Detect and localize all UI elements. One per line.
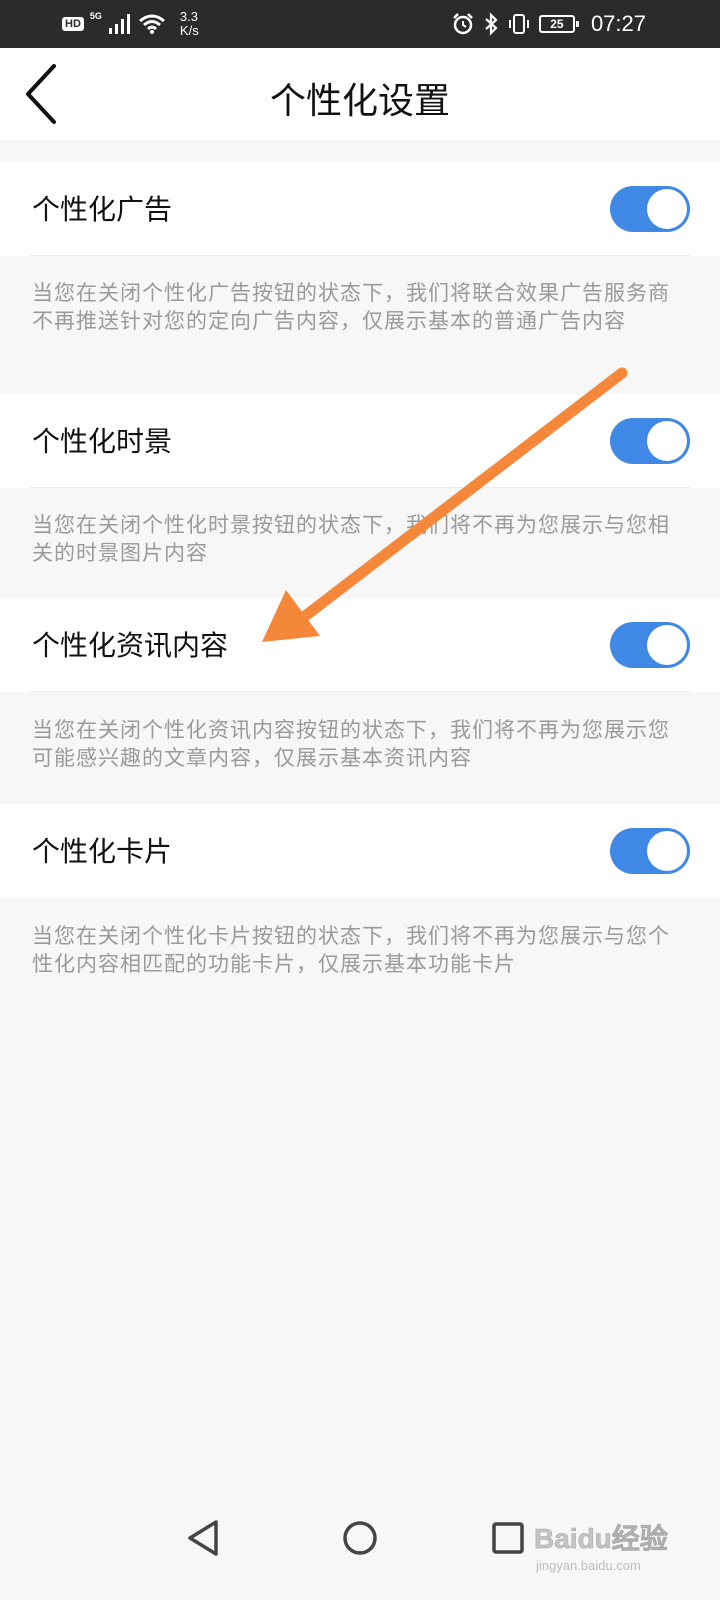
setting-description: 当您在关闭个性化广告按钮的状态下，我们将联合效果广告服务商不再推送针对您的定向广… — [32, 281, 670, 333]
hd-badge: HD — [62, 17, 84, 31]
watermark: Baidu经验 jingyan.baidu.com — [532, 1508, 672, 1578]
toggle-knob — [647, 831, 687, 871]
setting-description: 当您在关闭个性化卡片按钮的状态下，我们将不再为您展示与您个性化内容相匹配的功能卡… — [32, 924, 670, 976]
toggle-knob — [647, 625, 687, 665]
battery-icon: 25 — [538, 15, 579, 33]
toggle-personalized-ads[interactable] — [610, 186, 690, 232]
app-header: 个性化设置 — [0, 48, 720, 140]
toggle-personalized-scenery[interactable] — [610, 418, 690, 464]
clock: 07:27 — [590, 11, 646, 36]
battery-level: 25 — [550, 17, 564, 31]
divider — [30, 691, 690, 692]
toggle-personalized-cards[interactable] — [610, 828, 690, 874]
svg-text:Baidu经验: Baidu经验 — [534, 1522, 668, 1554]
setting-row-personalized-news: 个性化资讯内容 — [0, 598, 720, 692]
divider — [30, 255, 690, 256]
alarm-icon — [453, 13, 473, 35]
svg-text:jingyan.baidu.com: jingyan.baidu.com — [535, 1558, 641, 1573]
setting-description: 当您在关闭个性化时景按钮的状态下，我们将不再为您展示与您相关的时景图片内容 — [32, 513, 670, 565]
signal-icon — [108, 14, 130, 34]
bluetooth-icon — [485, 12, 498, 36]
toggle-knob — [647, 421, 687, 461]
speed-unit: K/s — [179, 23, 199, 38]
setting-row-personalized-scenery: 个性化时景 — [0, 394, 720, 488]
setting-label: 个性化卡片 — [32, 835, 173, 868]
vibrate-icon — [508, 14, 529, 34]
setting-row-personalized-cards: 个性化卡片 — [0, 804, 720, 898]
network-speed: 3.3 K/s — [180, 10, 199, 38]
status-left: HD 5G 3.3 K/s — [62, 8, 199, 40]
recents-square-icon[interactable] — [478, 1508, 538, 1568]
page-title: 个性化设置 — [269, 81, 450, 122]
setting-row-personalized-ads: 个性化广告 — [0, 162, 720, 256]
back-triangle-icon[interactable] — [174, 1508, 234, 1568]
toggle-knob — [647, 189, 687, 229]
home-circle-icon[interactable] — [330, 1508, 390, 1568]
toggle-personalized-news[interactable] — [610, 622, 690, 668]
status-right: 25 07:27 — [451, 8, 646, 40]
setting-label: 个性化广告 — [32, 193, 173, 226]
speed-value: 3.3 — [179, 9, 198, 24]
divider — [30, 487, 690, 488]
setting-label: 个性化时景 — [32, 425, 173, 458]
baidu-watermark-logo: Baidu经验 jingyan.baidu.com — [534, 1522, 668, 1573]
status-bar: HD 5G 3.3 K/s 25 07:27 — [0, 0, 720, 48]
wifi-icon — [138, 14, 165, 34]
network-type: 5G — [89, 11, 102, 21]
setting-label: 个性化资讯内容 — [32, 629, 229, 662]
setting-description: 当您在关闭个性化资讯内容按钮的状态下，我们将不再为您展示您可能感兴趣的文章内容，… — [32, 718, 670, 770]
